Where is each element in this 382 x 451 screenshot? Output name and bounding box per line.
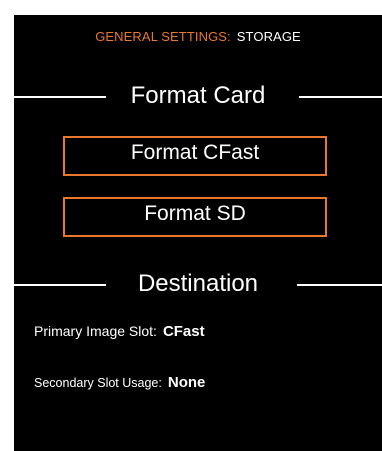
format-cfast-button[interactable]: Format CFast [63,136,327,176]
destination-section-title: Destination [14,269,382,299]
secondary-slot-usage-label: Secondary Slot Usage: [34,376,162,390]
divider-right [299,96,382,98]
header-category[interactable]: GENERAL SETTINGS: [95,29,231,44]
secondary-slot-usage-row[interactable]: Secondary Slot Usage: None [34,374,205,392]
primary-image-slot-row[interactable]: Primary Image Slot: CFast [34,323,205,341]
settings-header: GENERAL SETTINGS: STORAGE [14,29,382,44]
divider-right [297,284,382,286]
primary-image-slot-label: Primary Image Slot: [34,323,157,339]
secondary-slot-usage-value[interactable]: None [168,374,206,391]
primary-image-slot-value[interactable]: CFast [163,323,205,340]
settings-screen: GENERAL SETTINGS: STORAGE Format Card For… [14,15,382,451]
format-card-section-title: Format Card [14,81,382,111]
format-sd-button[interactable]: Format SD [63,197,327,237]
header-page[interactable]: STORAGE [237,29,301,44]
